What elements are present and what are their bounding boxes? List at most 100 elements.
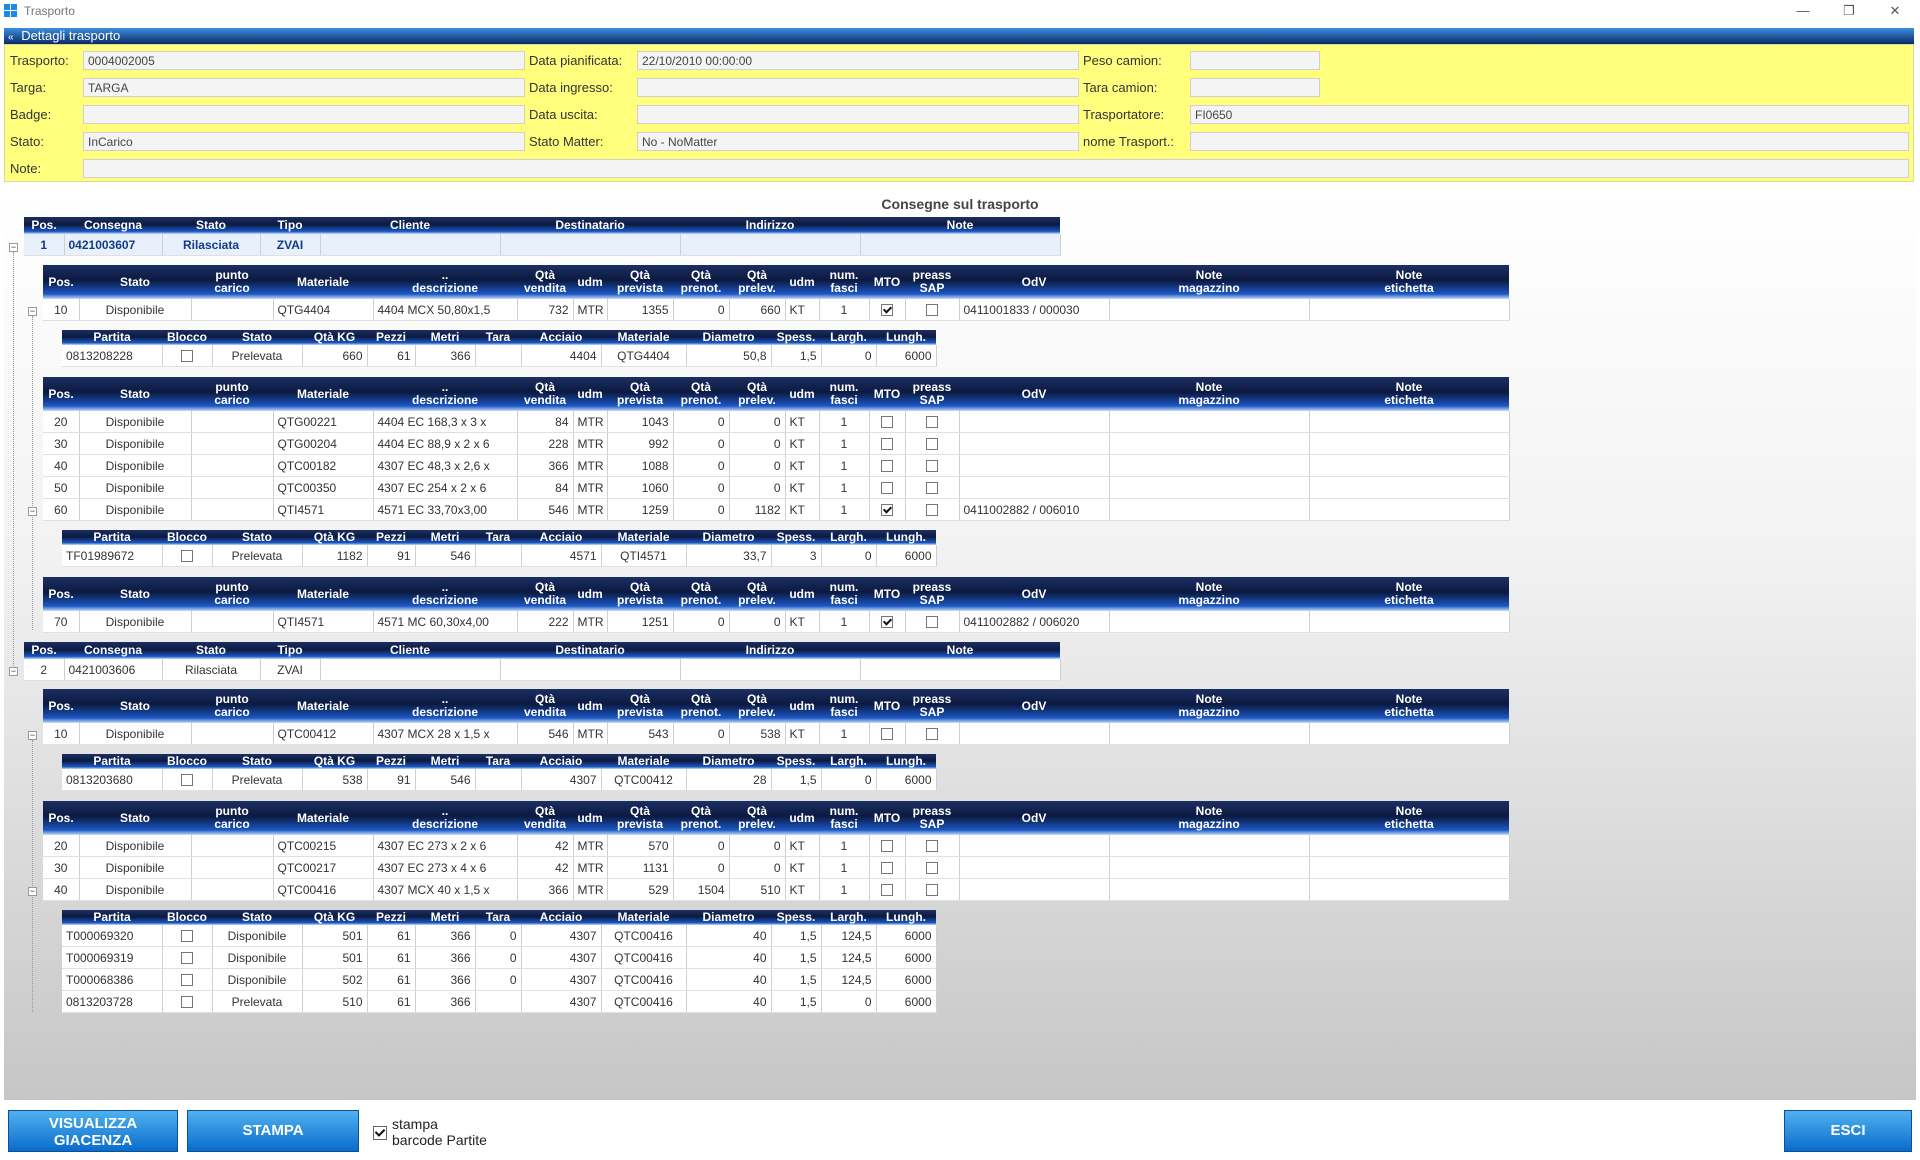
column-header[interactable]: punto carico — [191, 801, 273, 835]
column-header[interactable]: .. descrizione — [373, 377, 517, 411]
riga-punto-carico[interactable] — [191, 835, 274, 857]
riga-materiale[interactable]: QTI4571 — [273, 611, 374, 633]
riga-udm2[interactable]: KT — [785, 454, 820, 477]
preass-sap-checkbox[interactable] — [926, 504, 938, 517]
column-header[interactable]: Pos. — [43, 265, 79, 299]
column-header[interactable]: Tipo — [260, 642, 320, 659]
field-data-uscita[interactable] — [637, 105, 1079, 124]
consegna-number[interactable]: 0421003606 — [64, 659, 163, 681]
consegna-note[interactable] — [860, 659, 1061, 681]
riga-descrizione[interactable]: 4571 EC 33,70x3,00 — [373, 498, 518, 521]
riga-pos[interactable]: 20 — [43, 411, 80, 433]
field-data-ingresso[interactable] — [637, 78, 1079, 97]
column-header[interactable]: MTO — [869, 689, 905, 723]
column-header[interactable]: Pezzi — [367, 330, 415, 345]
riga-materiale[interactable]: QTC00215 — [273, 835, 374, 857]
partita-acciaio[interactable]: 4307 — [521, 925, 602, 947]
column-header[interactable]: Cliente — [320, 642, 500, 659]
partita-blocco[interactable] — [162, 946, 213, 969]
riga-odv[interactable]: 0411002882 / 006020 — [959, 611, 1110, 633]
partita-blocco[interactable] — [162, 968, 213, 991]
riga-note-etichetta[interactable] — [1309, 454, 1510, 477]
partita-stato[interactable]: Prelevata — [212, 769, 303, 791]
partita-diametro[interactable]: 40 — [686, 946, 772, 969]
column-header[interactable]: Partita — [62, 530, 162, 545]
visualizza-giacenza-button[interactable]: VISUALIZZA GIACENZA — [8, 1110, 178, 1152]
collapse-icon[interactable]: « — [8, 32, 14, 43]
riga-udm2[interactable]: KT — [785, 835, 820, 857]
riga-qta-vendita[interactable]: 546 — [517, 498, 574, 521]
riga-mto[interactable] — [869, 856, 906, 879]
column-header[interactable]: Acciaio — [521, 754, 601, 769]
partita-stato[interactable]: Disponibile — [212, 946, 303, 969]
partita-lungh[interactable]: 6000 — [876, 968, 937, 991]
partita-spess[interactable]: 1,5 — [771, 990, 822, 1013]
consegna-destinatario[interactable] — [500, 659, 681, 681]
riga-qta-prenot[interactable]: 0 — [673, 411, 730, 433]
column-header[interactable]: MTO — [869, 801, 905, 835]
column-header[interactable]: Qtà prelev. — [729, 801, 785, 835]
column-header[interactable]: Note — [860, 217, 1060, 234]
riga-udm2[interactable]: KT — [785, 432, 820, 455]
column-header[interactable]: Lungh. — [876, 330, 936, 345]
partita-pezzi[interactable]: 91 — [367, 769, 416, 791]
riga-punto-carico[interactable] — [191, 723, 274, 745]
column-header[interactable]: Qtà prevista — [607, 689, 673, 723]
consegna-tipo[interactable]: ZVAI — [260, 234, 321, 256]
partita-row[interactable]: T000069320 Disponibile 501 61 366 0 4307 QTC004… — [62, 925, 937, 947]
column-header[interactable]: punto carico — [191, 689, 273, 723]
column-header[interactable]: MTO — [869, 265, 905, 299]
riga-qta-prelev[interactable]: 0 — [729, 432, 786, 455]
partita-row[interactable]: 0813203680 Prelevata 538 91 546 4307 QTC00412 2… — [62, 769, 937, 791]
riga-qta-prelev[interactable]: 0 — [729, 611, 786, 633]
consegna-row[interactable]: 1 0421003607 Rilasciata ZVAI — [24, 234, 1061, 256]
riga-preass-sap[interactable] — [905, 878, 960, 901]
riga-note-magazzino[interactable] — [1109, 723, 1310, 745]
column-header[interactable]: Partita — [62, 330, 162, 345]
column-header[interactable]: udm — [785, 801, 819, 835]
riga-punto-carico[interactable] — [191, 878, 274, 901]
stampa-barcode-checkbox[interactable] — [373, 1126, 387, 1140]
consegna-stato[interactable]: Rilasciata — [162, 659, 261, 681]
column-header[interactable]: OdV — [959, 689, 1109, 723]
riga-descrizione[interactable]: 4307 EC 273 x 4 x 6 — [373, 856, 518, 879]
column-header[interactable]: Note etichetta — [1309, 801, 1509, 835]
blocco-checkbox[interactable] — [181, 930, 193, 943]
column-header[interactable]: udm — [573, 689, 607, 723]
riga-preass-sap[interactable] — [905, 476, 960, 499]
column-header[interactable]: .. descrizione — [373, 801, 517, 835]
column-header[interactable]: Qtà KG — [302, 910, 367, 925]
column-header[interactable]: Largh. — [821, 530, 876, 545]
partita-pezzi[interactable]: 61 — [367, 345, 416, 367]
riga-materiale[interactable]: QTC00350 — [273, 476, 374, 499]
riga-num-fasci[interactable]: 1 — [819, 498, 870, 521]
column-header[interactable]: Blocco — [162, 530, 212, 545]
partita-pezzi[interactable]: 61 — [367, 990, 416, 1013]
riga-descrizione[interactable]: 4404 EC 168,3 x 3 x — [373, 411, 518, 433]
mto-checkbox[interactable] — [881, 884, 893, 897]
column-header[interactable]: Pos. — [43, 577, 79, 611]
riga-udm2[interactable]: KT — [785, 411, 820, 433]
riga-num-fasci[interactable]: 1 — [819, 476, 870, 499]
riga-pos[interactable]: 20 — [43, 835, 80, 857]
partita-tara[interactable] — [475, 545, 522, 567]
partita-materiale[interactable]: QTC00416 — [601, 968, 687, 991]
column-header[interactable]: punto carico — [191, 577, 273, 611]
riga-qta-prevista[interactable]: 1043 — [607, 411, 674, 433]
riga-mto[interactable] — [869, 299, 906, 321]
riga-udm[interactable]: MTR — [573, 432, 608, 455]
partita-lungh[interactable]: 6000 — [876, 345, 937, 367]
column-header[interactable]: preass SAP — [905, 377, 959, 411]
partita-code[interactable]: T000069320 — [62, 925, 163, 947]
column-header[interactable]: Lungh. — [876, 910, 936, 925]
riga-odv[interactable] — [959, 835, 1110, 857]
blocco-checkbox[interactable] — [181, 550, 193, 563]
riga-udm2[interactable]: KT — [785, 476, 820, 499]
riga-qta-vendita[interactable]: 366 — [517, 878, 574, 901]
partita-metri[interactable]: 366 — [415, 925, 476, 947]
column-header[interactable]: MTO — [869, 377, 905, 411]
riga-pos[interactable]: 10 — [43, 723, 80, 745]
column-header[interactable]: Largh. — [821, 910, 876, 925]
partita-largh[interactable]: 124,5 — [821, 925, 877, 947]
partita-largh[interactable]: 0 — [821, 345, 877, 367]
